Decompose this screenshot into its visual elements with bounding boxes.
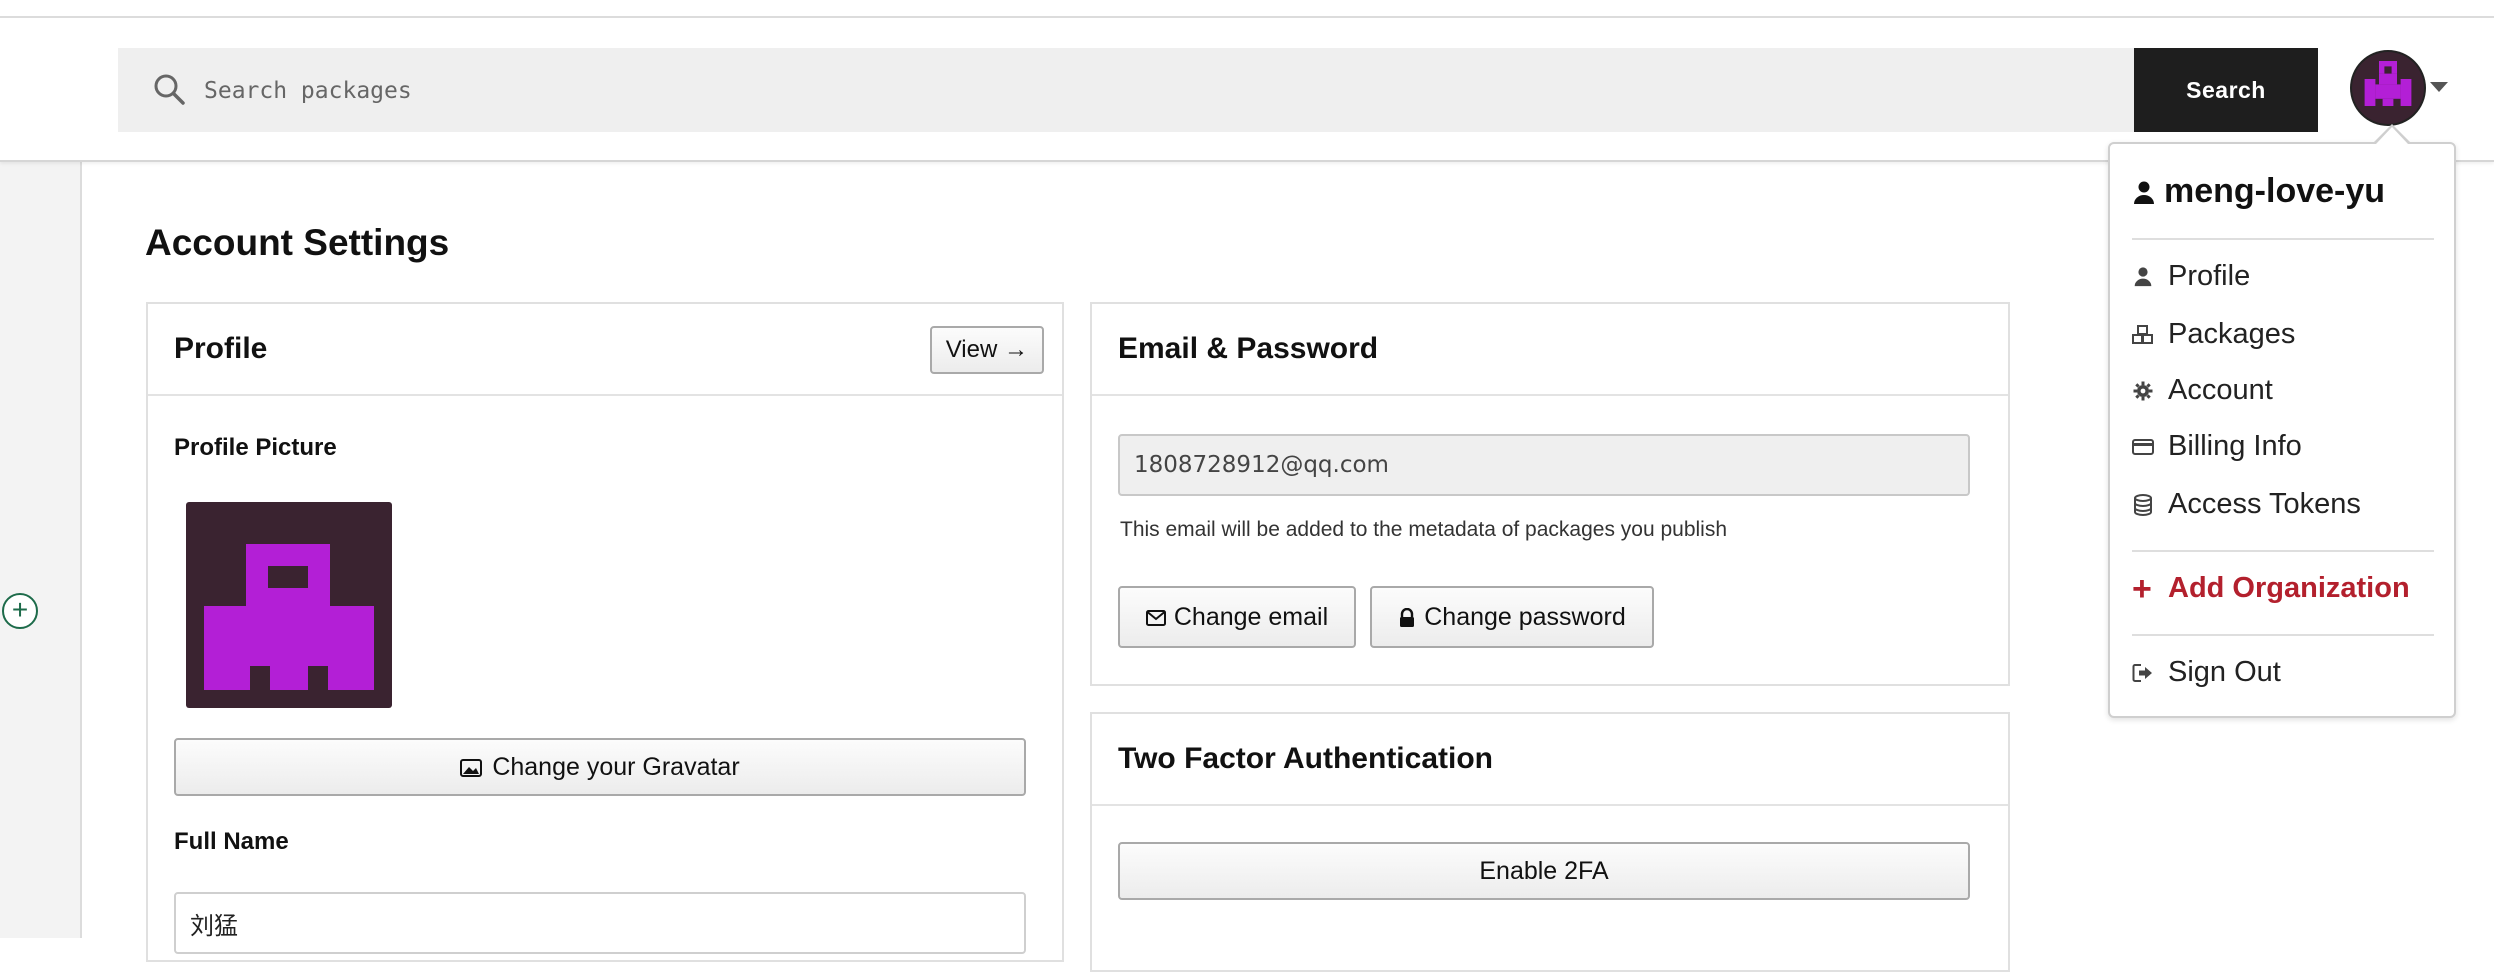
credit-card-icon — [2132, 439, 2154, 456]
identicon-icon — [2364, 61, 2412, 106]
menu-item-add-organization[interactable]: + Add Organization — [2132, 570, 2410, 609]
page-title: Account Settings — [145, 222, 450, 263]
two-factor-header: Two Factor Authentication — [1092, 714, 2008, 806]
chevron-down-icon[interactable] — [2430, 82, 2448, 92]
image-icon — [460, 758, 483, 777]
left-sidebar — [0, 160, 82, 938]
menu-item-label: Packages — [2168, 318, 2296, 350]
email-panel-header: Email & Password — [1092, 304, 2008, 396]
menu-item-label: Account — [2168, 374, 2273, 406]
dropdown-username-label: meng-love-yu — [2164, 172, 2386, 210]
search-box — [118, 48, 2134, 134]
email-password-panel: Email & Password This email will be adde… — [1090, 302, 2010, 686]
profile-panel: Profile View → Profile Picture Change yo… — [146, 302, 1064, 962]
menu-divider — [2132, 550, 2434, 552]
plus-icon: + — [2132, 570, 2152, 609]
profile-panel-header: Profile View → — [148, 304, 1062, 396]
identicon-image — [204, 544, 374, 690]
two-factor-title: Two Factor Authentication — [1118, 742, 1493, 775]
menu-item-label: Access Tokens — [2168, 488, 2361, 520]
profile-picture — [186, 502, 392, 708]
change-email-label: Change email — [1173, 602, 1329, 631]
tokens-icon — [2134, 494, 2152, 517]
email-field[interactable] — [1118, 434, 1970, 496]
menu-item-label: Sign Out — [2168, 656, 2281, 688]
change-password-label: Change password — [1424, 602, 1626, 631]
gear-icon — [2133, 381, 2153, 401]
two-factor-panel: Two Factor Authentication Enable 2FA — [1090, 712, 2010, 972]
avatar[interactable] — [2352, 52, 2424, 124]
email-note: This email will be added to the metadata… — [1120, 518, 1728, 541]
menu-item-profile[interactable]: Profile — [2132, 260, 2250, 293]
menu-item-label: Billing Info — [2168, 430, 2302, 462]
menu-item-access-tokens[interactable]: Access Tokens — [2132, 488, 2361, 521]
menu-divider — [2132, 238, 2434, 240]
menu-item-packages[interactable]: Packages — [2132, 318, 2295, 351]
enable-2fa-button[interactable]: Enable 2FA — [1118, 842, 1970, 900]
dropdown-pointer-fill — [2376, 127, 2408, 144]
lock-icon — [1400, 607, 1415, 627]
profile-panel-title: Profile — [174, 332, 268, 365]
user-icon — [2134, 181, 2154, 205]
change-gravatar-label: Change your Gravatar — [492, 752, 740, 781]
menu-divider — [2132, 634, 2434, 636]
sign-out-icon — [2132, 664, 2152, 683]
add-icon[interactable]: + — [2, 593, 38, 629]
view-profile-button[interactable]: View → — [929, 326, 1044, 374]
search-input[interactable] — [202, 48, 2106, 134]
profile-picture-label: Profile Picture — [174, 434, 337, 461]
email-panel-title: Email & Password — [1118, 332, 1379, 365]
full-name-input[interactable] — [174, 892, 1026, 954]
menu-item-label: Add Organization — [2168, 572, 2410, 604]
user-dropdown-menu: meng-love-yu Profile Packages Account Bi… — [2108, 142, 2456, 718]
dropdown-username: meng-love-yu — [2134, 172, 2385, 211]
header: Search — [0, 18, 2494, 162]
change-email-button[interactable]: Change email — [1118, 586, 1356, 648]
full-name-label: Full Name — [174, 828, 289, 855]
menu-item-billing[interactable]: Billing Info — [2132, 430, 2302, 463]
user-icon — [2134, 267, 2152, 287]
change-password-button[interactable]: Change password — [1370, 586, 1654, 648]
search-icon — [154, 74, 185, 105]
menu-item-account[interactable]: Account — [2132, 374, 2273, 407]
menu-item-sign-out[interactable]: Sign Out — [2132, 656, 2281, 689]
search-button[interactable]: Search — [2134, 48, 2318, 132]
packages-icon — [2132, 325, 2153, 345]
envelope-icon — [1145, 609, 1166, 626]
menu-item-label: Profile — [2168, 260, 2251, 292]
change-gravatar-button[interactable]: Change your Gravatar — [174, 738, 1026, 796]
